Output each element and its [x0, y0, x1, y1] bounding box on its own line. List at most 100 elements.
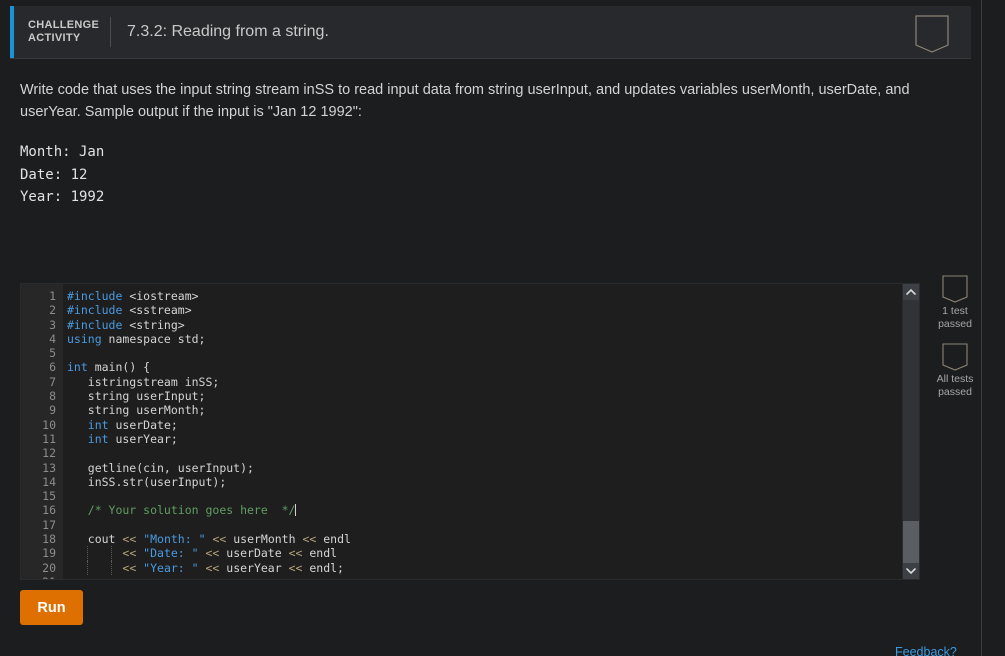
- line-number: 17: [42, 517, 56, 532]
- line-number: 12: [42, 446, 56, 461]
- scroll-down-button[interactable]: [903, 563, 919, 579]
- test-badge-1-test[interactable]: 1 test passed: [928, 275, 982, 331]
- code-token-plain: string userInput;: [67, 389, 206, 404]
- test-badge-label-line1: All tests: [936, 373, 974, 385]
- code-token-string: "Year: ": [143, 560, 206, 575]
- code-token-operator: <<: [205, 546, 227, 561]
- problem-statement: Write code that uses the input string st…: [20, 82, 910, 120]
- code-token-plain: string userMonth;: [67, 403, 206, 418]
- line-number: 20: [42, 560, 56, 575]
- code-token-plain: istringstream inSS;: [67, 374, 220, 389]
- code-editor[interactable]: 1 2 3 4 5 6 7 8 9 10 11 12 13 14 15 16 1…: [20, 283, 920, 580]
- code-line: inSS.str(userInput);: [67, 475, 919, 489]
- code-token-plain: endl: [323, 532, 351, 547]
- line-number: 4: [49, 331, 56, 346]
- code-token-plain: userDate: [226, 546, 289, 561]
- code-token-plain: inSS.str(userInput);: [67, 474, 227, 489]
- line-number: 13: [42, 460, 56, 475]
- code-token-operator: <<: [122, 560, 144, 575]
- code-token-plain: getline(cin, userInput);: [67, 460, 254, 475]
- indent-guide: [111, 546, 112, 561]
- header-bookmark-button[interactable]: [915, 15, 949, 53]
- activity-kicker-line2: ACTIVITY: [28, 32, 81, 44]
- line-number: 14: [42, 474, 56, 489]
- code-line: string userMonth;: [67, 403, 919, 417]
- code-token-plain: userYear;: [108, 431, 178, 446]
- sample-output: Month: Jan Date: 12 Year: 1992: [20, 144, 105, 205]
- code-token-operator: <<: [205, 560, 227, 575]
- code-line: int userDate;: [67, 418, 919, 432]
- code-token-keyword: int: [67, 360, 88, 375]
- line-number: 3: [49, 317, 56, 332]
- code-token-indent: [67, 561, 122, 575]
- editor-vertical-scrollbar[interactable]: [902, 284, 919, 579]
- code-token-keyword: int: [87, 431, 109, 446]
- line-number: 5: [49, 346, 56, 361]
- code-token-string: "Month: ": [143, 532, 213, 547]
- code-token-keyword: using: [67, 331, 102, 346]
- bookmark-icon: [915, 15, 949, 53]
- line-number: 7: [49, 374, 56, 389]
- code-token-comment: /* Your solution goes here */: [67, 503, 296, 518]
- code-token-operator: <<: [212, 532, 234, 547]
- code-line: #include <iostream>: [67, 289, 919, 303]
- run-button[interactable]: Run: [20, 590, 83, 625]
- challenge-activity-panel: CHALLENGE ACTIVITY 7.3.2: Reading from a…: [0, 0, 982, 656]
- test-badge-label-line1: 1 test: [942, 305, 968, 317]
- indent-guide: [87, 560, 88, 575]
- code-token-operator: <<: [122, 532, 144, 547]
- editor-code-area[interactable]: #include <iostream> #include <sstream> #…: [63, 284, 919, 579]
- code-token-indent: [67, 432, 88, 446]
- page-title: 7.3.2: Reading from a string.: [127, 23, 329, 40]
- editor-gutter: 1 2 3 4 5 6 7 8 9 10 11 12 13 14 15 16 1…: [21, 284, 63, 579]
- line-number: 1: [49, 289, 56, 303]
- code-line: using namespace std;: [67, 332, 919, 346]
- line-number: 21: [21, 575, 63, 579]
- scroll-up-button[interactable]: [903, 284, 919, 300]
- code-line: getline(cin, userInput);: [67, 461, 919, 475]
- bookmark-icon: [942, 275, 968, 303]
- line-number: 2: [49, 303, 56, 318]
- code-line: cout << "Month: " << userMonth << endl: [67, 532, 919, 546]
- code-token-directive: #include: [67, 289, 123, 303]
- code-token-plain: namespace std;: [101, 331, 206, 346]
- feedback-link[interactable]: Feedback?: [895, 645, 957, 656]
- code-token-directive: #include: [67, 303, 123, 318]
- code-token-plain: main() {: [87, 360, 151, 375]
- code-line: int userYear;: [67, 432, 919, 446]
- line-number: 15: [42, 489, 56, 504]
- code-token-operator: <<: [288, 560, 310, 575]
- page-root: CHALLENGE ACTIVITY 7.3.2: Reading from a…: [0, 0, 1005, 656]
- code-line: /* Your solution goes here */: [67, 503, 919, 517]
- code-line: #include <string>: [67, 318, 919, 332]
- line-number: 10: [42, 417, 56, 432]
- code-line: int main() {: [67, 360, 919, 374]
- scrollbar-thumb[interactable]: [903, 521, 919, 563]
- test-status-rail: 1 test passed All tests passed: [928, 275, 982, 411]
- line-number: 11: [42, 431, 56, 446]
- activity-body: Write code that uses the input string st…: [0, 59, 981, 209]
- code-token-plain: userDate;: [108, 417, 178, 432]
- code-token-header: <string>: [122, 317, 185, 332]
- code-token-plain: endl: [309, 546, 338, 561]
- test-badge-all-tests[interactable]: All tests passed: [928, 343, 982, 399]
- activity-header: CHALLENGE ACTIVITY 7.3.2: Reading from a…: [10, 6, 971, 59]
- line-number: 6: [49, 360, 56, 375]
- line-number: 19: [42, 546, 56, 561]
- line-number: 18: [42, 532, 56, 547]
- code-token-plain: userYear: [226, 560, 289, 575]
- test-badge-label: All tests passed: [928, 373, 982, 399]
- code-line: string userInput;: [67, 389, 919, 403]
- code-token-operator: <<: [302, 532, 324, 547]
- bookmark-icon: [942, 343, 968, 371]
- activity-kicker-line1: CHALLENGE: [28, 19, 100, 31]
- header-accent-bar: [10, 6, 14, 58]
- code-token-plain: endl;: [309, 560, 344, 575]
- code-token-indent: [67, 532, 88, 546]
- test-badge-label: 1 test passed: [928, 305, 982, 331]
- indent-guide: [87, 546, 88, 561]
- chevron-down-icon: [906, 562, 916, 579]
